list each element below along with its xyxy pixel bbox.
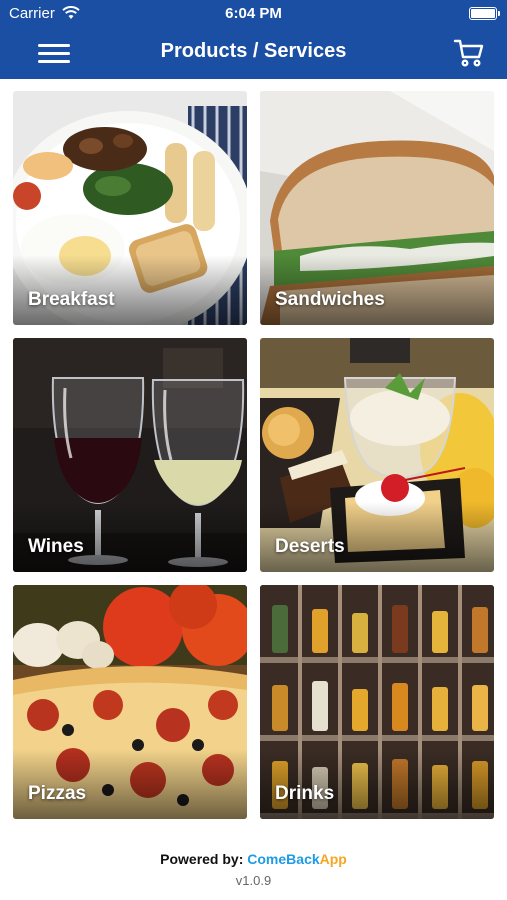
powered-by-label: Powered by: (160, 851, 244, 867)
category-tile-sandwiches[interactable]: Sandwiches (260, 91, 494, 325)
battery-icon (469, 7, 500, 20)
category-tile-wines[interactable]: Wines (13, 338, 247, 572)
category-label: Wines (28, 536, 84, 557)
brand-part-app: App (319, 851, 347, 867)
category-tile-deserts[interactable]: Deserts (260, 338, 494, 572)
header-bar: Carrier 6:04 PM Products / Services (0, 0, 507, 79)
cart-button[interactable] (453, 38, 485, 68)
footer: Powered by: ComeBackApp (0, 851, 507, 867)
clock: 6:04 PM (225, 5, 282, 22)
category-tile-drinks[interactable]: Drinks (260, 585, 494, 819)
category-tile-pizzas[interactable]: Pizzas (13, 585, 247, 819)
shopping-cart-icon (453, 39, 484, 67)
navigation-bar: Products / Services (0, 28, 507, 79)
category-label: Breakfast (28, 289, 115, 310)
category-label: Deserts (275, 536, 345, 557)
brand-logo[interactable]: ComeBackApp (247, 851, 347, 867)
version-label: v1.0.9 (235, 873, 272, 888)
brand-part-come: Come (247, 851, 287, 867)
category-tile-breakfast[interactable]: Breakfast (13, 91, 247, 325)
category-label: Drinks (275, 783, 335, 804)
page-title: Products / Services (160, 40, 347, 62)
status-bar: Carrier 6:04 PM (0, 0, 507, 28)
category-label: Pizzas (28, 783, 87, 804)
brand-part-back: Back (286, 851, 320, 867)
category-label: Sandwiches (275, 289, 385, 310)
